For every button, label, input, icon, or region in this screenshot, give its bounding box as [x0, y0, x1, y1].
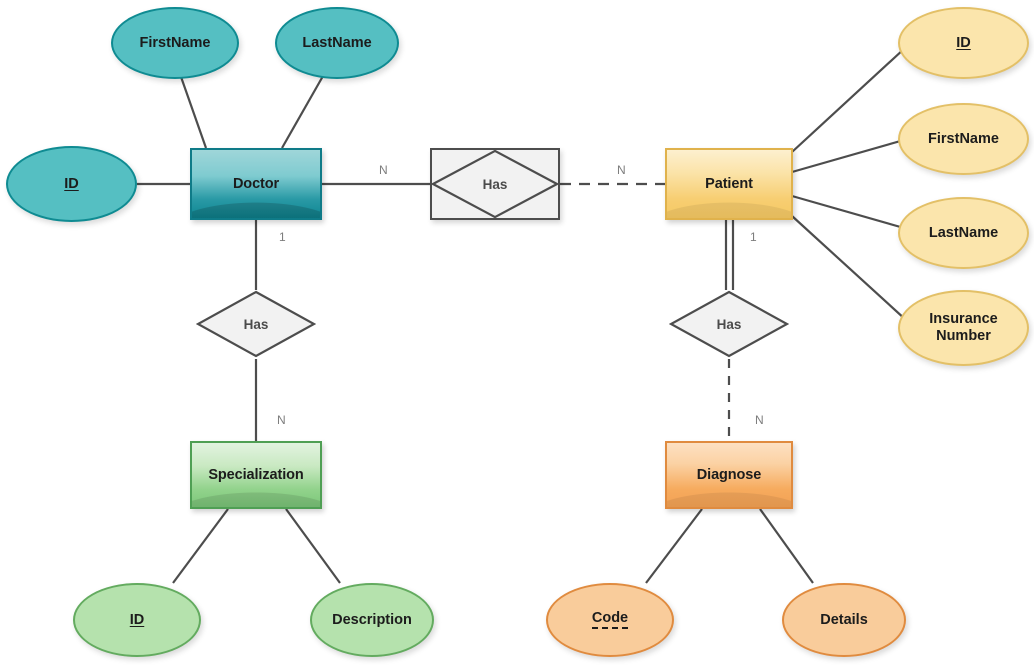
er-diagram-canvas: Doctor Patient Specialization Diagnose H…: [0, 0, 1034, 665]
entity-patient-label: Patient: [705, 176, 753, 192]
edge-doctor-lastname: [281, 75, 324, 149]
edge-patient-insurance: [791, 215, 907, 321]
attribute-doctor-id[interactable]: ID: [6, 146, 137, 222]
attribute-diagnose-details-label: Details: [820, 611, 868, 628]
relationship-patient-diagnose[interactable]: Has: [669, 290, 789, 358]
cardinality-doctor-to-has-specialization: 1: [279, 230, 286, 244]
attribute-patient-insurance-number-label-line2: Number: [936, 328, 991, 344]
attribute-patient-id-label: ID: [956, 34, 971, 51]
attribute-specialization-description-label: Description: [332, 611, 412, 628]
relationship-doctor-patient[interactable]: Has: [430, 148, 560, 220]
entity-patient[interactable]: Patient: [665, 148, 793, 220]
entity-specialization[interactable]: Specialization: [190, 441, 322, 509]
attribute-patient-firstname-label: FirstName: [928, 130, 999, 147]
relationship-doctor-specialization-label: Has: [243, 316, 269, 332]
cardinality-has-to-diagnose: N: [755, 413, 764, 427]
attribute-specialization-id-label: ID: [129, 611, 145, 628]
edge-patient-firstname: [791, 138, 905, 174]
edge-diagnose-code: [645, 508, 703, 584]
attribute-diagnose-details[interactable]: Details: [782, 583, 906, 657]
attribute-patient-firstname[interactable]: FirstName: [898, 103, 1029, 175]
cardinality-doctor-to-has: N: [379, 163, 388, 177]
cardinality-patient-to-has-diagnose: 1: [750, 230, 757, 244]
attribute-doctor-lastname[interactable]: LastName: [275, 7, 399, 79]
attribute-diagnose-code-label: Code: [591, 611, 629, 629]
attribute-doctor-id-label: ID: [64, 175, 79, 192]
attribute-doctor-lastname-label: LastName: [302, 34, 372, 51]
edge-specialization-description: [285, 508, 341, 584]
entity-diagnose[interactable]: Diagnose: [665, 441, 793, 509]
attribute-patient-insurance-number[interactable]: Insurance Number: [898, 290, 1029, 366]
relationship-doctor-specialization[interactable]: Has: [196, 290, 316, 358]
edge-patient-lastname: [791, 194, 905, 230]
entity-specialization-label: Specialization: [208, 467, 304, 483]
attribute-diagnose-code[interactable]: Code: [546, 583, 674, 657]
cardinality-has-to-patient: N: [617, 163, 626, 177]
edge-doctor-firstname: [178, 73, 208, 149]
edge-layer: [137, 47, 907, 584]
edge-patient-id: [791, 47, 906, 153]
attribute-patient-lastname[interactable]: LastName: [898, 197, 1029, 269]
attribute-patient-id[interactable]: ID: [898, 7, 1029, 79]
entity-doctor[interactable]: Doctor: [190, 148, 322, 220]
attribute-specialization-description[interactable]: Description: [310, 583, 434, 657]
edge-diagnose-details: [759, 508, 814, 584]
edge-specialization-id: [172, 508, 229, 584]
entity-doctor-label: Doctor: [232, 176, 280, 192]
entity-diagnose-label: Diagnose: [696, 467, 762, 483]
attribute-patient-lastname-label: LastName: [928, 224, 999, 241]
attribute-specialization-id[interactable]: ID: [73, 583, 201, 657]
cardinality-has-to-specialization: N: [277, 413, 286, 427]
attribute-doctor-firstname-label: FirstName: [139, 34, 211, 51]
attribute-doctor-firstname[interactable]: FirstName: [111, 7, 239, 79]
relationship-patient-diagnose-label: Has: [716, 316, 742, 332]
attribute-patient-insurance-number-label-line1: Insurance: [929, 311, 998, 328]
relationship-doctor-patient-label: Has: [482, 176, 508, 192]
